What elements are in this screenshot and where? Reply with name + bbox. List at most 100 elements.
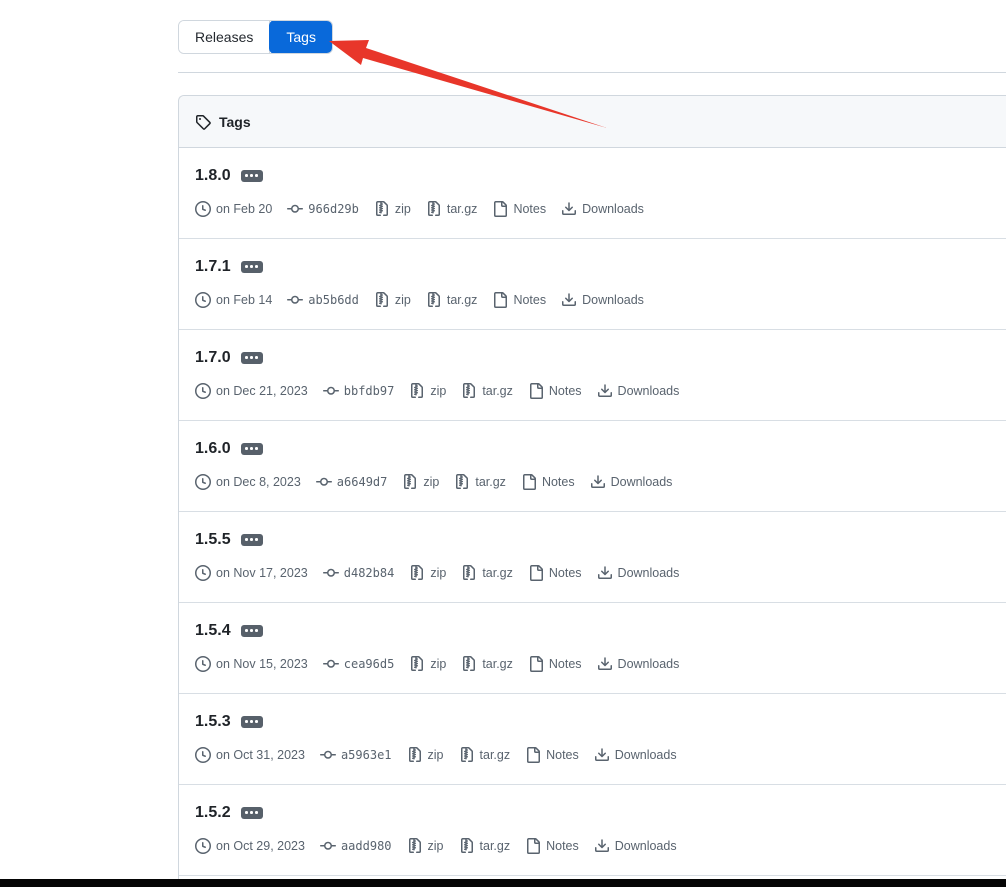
tab-releases[interactable]: Releases xyxy=(179,21,271,53)
tag-date: on Feb 14 xyxy=(195,292,272,308)
git-commit-icon xyxy=(287,292,303,308)
targz-label: tar.gz xyxy=(479,839,511,853)
bottom-black-bar xyxy=(0,879,1006,887)
file-zip-icon xyxy=(461,383,477,399)
tag-date-text: on Nov 15, 2023 xyxy=(216,657,308,671)
notes-link[interactable]: Notes xyxy=(492,201,546,217)
tag-row: 1.5.2 on Oct 29, 2023 aadd980 zip tar.gz… xyxy=(179,785,1006,876)
zip-download-link[interactable]: zip xyxy=(409,656,446,672)
tag-name-link[interactable]: 1.5.2 xyxy=(195,802,231,823)
ellipsis-dot xyxy=(250,720,253,723)
tab-tags[interactable]: Tags xyxy=(269,21,332,53)
download-icon xyxy=(590,474,606,490)
notes-link[interactable]: Notes xyxy=(525,747,579,763)
downloads-link[interactable]: Downloads xyxy=(590,474,672,490)
commit-link[interactable]: a6649d7 xyxy=(316,474,387,490)
commit-message-ellipsis-button[interactable] xyxy=(240,260,263,273)
zip-label: zip xyxy=(394,202,411,216)
notes-link[interactable]: Notes xyxy=(528,656,582,672)
commit-link[interactable]: a5963e1 xyxy=(320,747,392,763)
ellipsis-dot xyxy=(255,265,258,268)
commit-link[interactable]: 966d29b xyxy=(287,201,359,217)
downloads-link[interactable]: Downloads xyxy=(561,201,644,217)
downloads-link[interactable]: Downloads xyxy=(594,747,677,763)
targz-download-link[interactable]: tar.gz xyxy=(426,201,477,217)
file-icon xyxy=(521,474,537,490)
ellipsis-dot xyxy=(245,265,248,268)
targz-download-link[interactable]: tar.gz xyxy=(459,747,510,763)
commit-hash: bbfdb97 xyxy=(343,384,395,398)
git-commit-icon xyxy=(320,838,336,854)
download-icon xyxy=(594,747,610,763)
commit-message-ellipsis-button[interactable] xyxy=(240,169,263,182)
targz-label: tar.gz xyxy=(482,657,513,671)
zip-label: zip xyxy=(427,748,444,762)
tag-date: on Oct 31, 2023 xyxy=(195,747,305,763)
commit-message-ellipsis-button[interactable] xyxy=(240,533,263,546)
clock-icon xyxy=(195,201,211,217)
tag-name-link[interactable]: 1.7.1 xyxy=(195,256,231,277)
commit-link[interactable]: bbfdb97 xyxy=(323,383,395,399)
file-zip-icon xyxy=(407,747,423,763)
tag-name-link[interactable]: 1.5.5 xyxy=(195,529,231,550)
targz-download-link[interactable]: tar.gz xyxy=(426,292,477,308)
tag-name-link[interactable]: 1.6.0 xyxy=(195,438,231,459)
commit-message-ellipsis-button[interactable] xyxy=(240,624,263,637)
header-divider xyxy=(178,72,1006,73)
panel-title: Tags xyxy=(219,113,251,130)
commit-link[interactable]: cea96d5 xyxy=(323,656,394,672)
tag-name-link[interactable]: 1.7.0 xyxy=(195,347,231,368)
tag-date-text: on Dec 21, 2023 xyxy=(216,384,308,398)
commit-link[interactable]: ab5b6dd xyxy=(287,292,359,308)
downloads-link[interactable]: Downloads xyxy=(597,656,679,672)
downloads-link[interactable]: Downloads xyxy=(597,565,679,581)
clock-icon xyxy=(195,292,211,308)
ellipsis-dot xyxy=(245,538,248,541)
tag-title-line: 1.6.0 xyxy=(195,438,990,459)
zip-download-link[interactable]: zip xyxy=(402,474,439,490)
notes-link[interactable]: Notes xyxy=(528,565,582,581)
tag-title-line: 1.5.3 xyxy=(195,711,990,732)
ellipsis-dot xyxy=(255,174,258,177)
zip-download-link[interactable]: zip xyxy=(409,565,446,581)
commit-message-ellipsis-button[interactable] xyxy=(240,351,263,364)
targz-download-link[interactable]: tar.gz xyxy=(461,383,513,399)
notes-link[interactable]: Notes xyxy=(492,292,546,308)
downloads-link[interactable]: Downloads xyxy=(594,838,677,854)
downloads-label: Downloads xyxy=(617,384,680,398)
zip-download-link[interactable]: zip xyxy=(374,201,411,217)
targz-download-link[interactable]: tar.gz xyxy=(459,838,511,854)
notes-link[interactable]: Notes xyxy=(521,474,575,490)
downloads-link[interactable]: Downloads xyxy=(561,292,644,308)
zip-download-link[interactable]: zip xyxy=(407,838,444,854)
commit-message-ellipsis-button[interactable] xyxy=(240,442,263,455)
commit-link[interactable]: aadd980 xyxy=(320,838,392,854)
tag-date: on Nov 17, 2023 xyxy=(195,565,308,581)
tag-name-link[interactable]: 1.8.0 xyxy=(195,165,231,186)
zip-label: zip xyxy=(394,293,411,307)
ellipsis-dot xyxy=(250,447,253,450)
downloads-link[interactable]: Downloads xyxy=(597,383,680,399)
zip-label: zip xyxy=(427,839,444,853)
notes-label: Notes xyxy=(546,748,579,762)
tag-name-link[interactable]: 1.5.4 xyxy=(195,620,231,641)
notes-label: Notes xyxy=(548,566,582,580)
targz-download-link[interactable]: tar.gz xyxy=(461,565,513,581)
commit-message-ellipsis-button[interactable] xyxy=(240,806,263,819)
tag-list: 1.8.0 on Feb 20 966d29b zip tar.gz Notes… xyxy=(179,148,1006,876)
downloads-label: Downloads xyxy=(582,202,644,216)
targz-download-link[interactable]: tar.gz xyxy=(454,474,506,490)
zip-download-link[interactable]: zip xyxy=(407,747,444,763)
ellipsis-dot xyxy=(255,538,258,541)
commit-message-ellipsis-button[interactable] xyxy=(240,715,263,728)
zip-label: zip xyxy=(430,384,447,398)
zip-download-link[interactable]: zip xyxy=(409,383,446,399)
git-commit-icon xyxy=(323,565,339,581)
notes-link[interactable]: Notes xyxy=(528,383,582,399)
targz-label: tar.gz xyxy=(482,566,513,580)
commit-link[interactable]: d482b84 xyxy=(323,565,394,581)
zip-download-link[interactable]: zip xyxy=(374,292,411,308)
notes-link[interactable]: Notes xyxy=(525,838,579,854)
tag-name-link[interactable]: 1.5.3 xyxy=(195,711,231,732)
targz-download-link[interactable]: tar.gz xyxy=(461,656,513,672)
